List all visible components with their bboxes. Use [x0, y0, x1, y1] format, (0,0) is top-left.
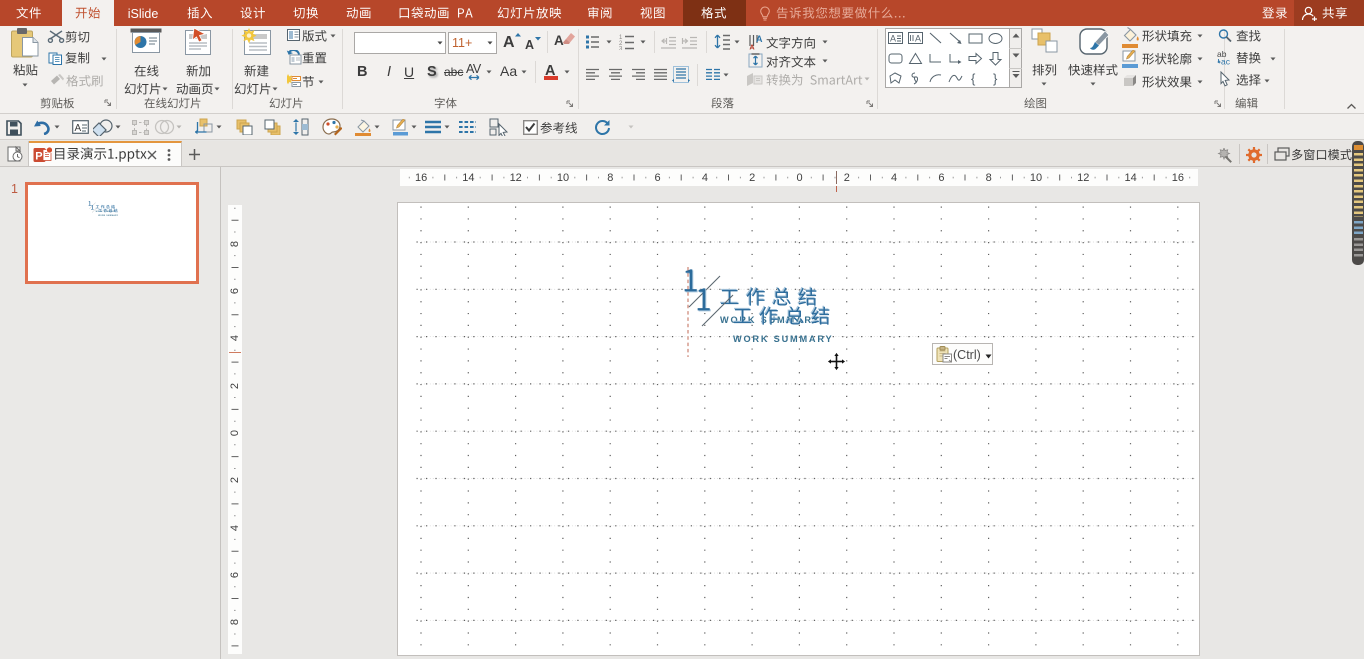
svg-text:A: A [75, 123, 82, 134]
svg-text:A: A [890, 33, 896, 43]
svg-text:A: A [756, 34, 763, 44]
svg-text:3: 3 [619, 47, 623, 51]
svg-text:}: } [993, 71, 998, 86]
svg-text:P: P [35, 151, 42, 163]
svg-text:{: { [971, 71, 976, 86]
svg-text:A: A [915, 33, 921, 43]
svg-text:ac: ac [1221, 57, 1231, 66]
